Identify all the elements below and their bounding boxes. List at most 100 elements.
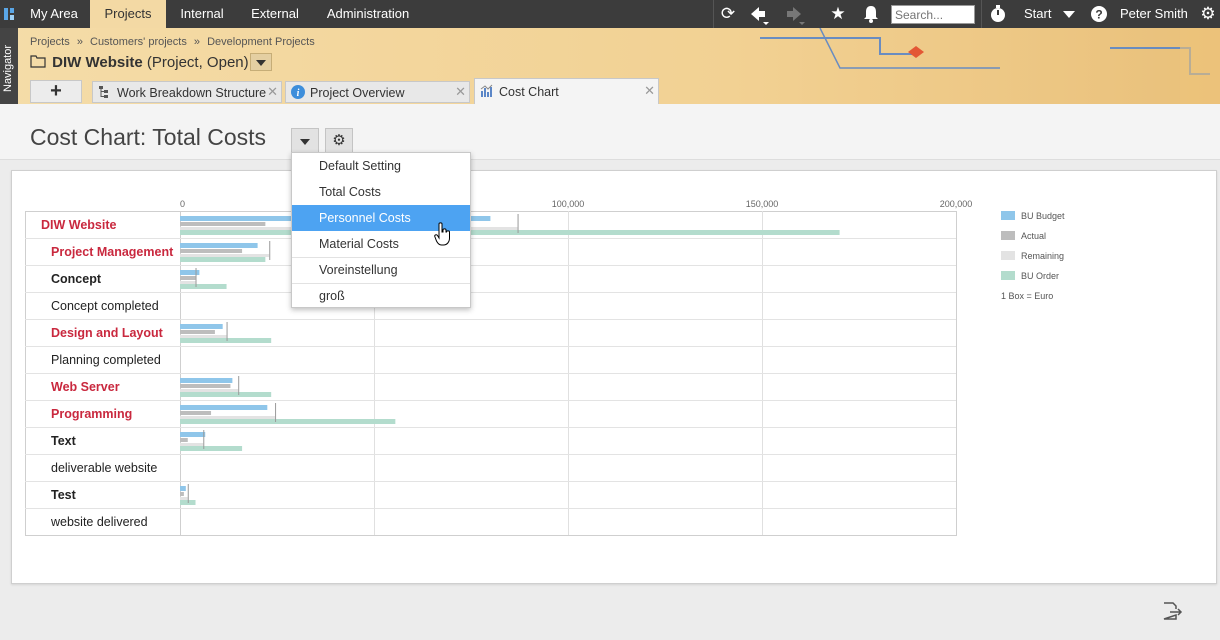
refresh-icon[interactable]: ⟳ [714,0,742,28]
row-label: DIW Website [41,218,117,232]
bar-bu-budget [180,243,258,248]
nav-my-area[interactable]: My Area [18,0,90,28]
gear-icon[interactable]: ⚙ [1194,0,1220,28]
menu-item-voreinstellung[interactable]: Voreinstellung [292,257,470,283]
bar-actual [180,438,188,442]
project-menu-dropdown[interactable] [250,53,272,71]
tab-work-breakdown-structure[interactable]: Work Breakdown Structure ✕ [92,81,282,103]
stopwatch-icon[interactable] [984,0,1012,28]
help-icon[interactable]: ? [1085,0,1113,28]
bar-bu-budget [180,432,206,437]
forward-arrow-icon[interactable] [780,0,808,28]
svg-text:?: ? [1095,8,1102,22]
tab-label: Project Overview [310,86,405,100]
row-label: Text [51,434,77,448]
folder-icon [30,55,46,68]
menu-item-default-setting[interactable]: Default Setting [292,153,470,179]
project-title-row: DIW Website (Project, Open) [30,54,249,71]
gear-icon: ⚙ [332,132,346,149]
menu-item-total-costs[interactable]: Total Costs [292,179,470,205]
bar-actual [180,222,266,226]
breadcrumb: Projects » Customers' projects » Develop… [30,36,319,48]
close-icon[interactable]: ✕ [267,82,278,102]
navigator-toggle[interactable]: Navigator [0,28,18,104]
bar-bu-budget [180,378,233,383]
nav-internal[interactable]: Internal [166,0,238,28]
back-arrow-icon[interactable] [744,0,772,28]
bar-remaining [180,497,188,500]
bar-bu-order [180,284,227,289]
bar-bu-order [180,419,396,424]
axis-tick-label: 0 [180,199,185,209]
row-label: website delivered [50,515,148,529]
bar-remaining [180,416,276,419]
tab-label: Cost Chart [499,85,559,99]
legend-unit-note: 1 Box = Euro [1001,291,1053,301]
add-tab-button[interactable]: + [30,80,82,103]
legend-label: Remaining [1021,251,1064,261]
tab-label: Work Breakdown Structure [117,86,267,100]
row-label: Concept completed [51,299,159,313]
cost-chart-panel: 0 100,000 150,000 200,000 DIW Website Project… [11,170,1217,584]
close-icon[interactable]: ✕ [455,82,466,102]
export-icon[interactable] [1161,601,1183,621]
chart-settings-button[interactable]: ⚙ [325,128,353,153]
info-icon: i [291,85,305,99]
page-title: Cost Chart: Total Costs [30,124,267,150]
bar-bu-order [180,392,272,397]
legend-swatch [1001,271,1015,280]
bar-bu-budget [180,486,186,491]
start-menu-label[interactable]: Start [1024,0,1051,28]
bar-bu-budget [180,324,223,329]
user-name[interactable]: Peter Smith [1120,0,1188,28]
legend-label: Actual [1021,231,1046,241]
breadcrumb-projects[interactable]: Projects [30,36,70,48]
bar-remaining [180,389,239,392]
axis-tick-label: 150,000 [746,199,779,209]
search-input[interactable] [891,5,975,24]
bar-actual [180,249,243,253]
tab-project-overview[interactable]: i Project Overview ✕ [285,81,470,103]
row-label: Web Server [51,380,120,394]
bar-bu-order [180,230,840,235]
bar-bu-order [180,338,272,343]
top-navigation-bar: My Area Projects Internal External Admin… [0,0,1220,28]
row-label: Design and Layout [51,326,164,340]
breadcrumb-customers-projects[interactable]: Customers' projects [90,36,187,48]
row-label: Project Management [51,245,174,259]
cost-chart: 0 100,000 150,000 200,000 DIW Website Project… [25,199,1065,536]
navigator-label: Navigator [2,44,14,92]
tab-cost-chart[interactable]: Cost Chart ✕ [474,78,659,104]
bar-actual [180,492,184,496]
row-label: deliverable website [51,461,157,475]
legend-swatch [1001,231,1015,240]
bar-actual [180,330,215,334]
hand-cursor-icon [434,222,450,246]
row-label: Planning completed [51,353,161,367]
row-label: Concept [51,272,102,286]
nav-external[interactable]: External [238,0,312,28]
bar-remaining [180,281,196,284]
bar-bu-budget [180,405,268,410]
svg-text:i: i [297,88,300,99]
legend-swatch [1001,211,1015,220]
menu-item-gross[interactable]: groß [292,283,470,309]
axis-tick-label: 200,000 [940,199,973,209]
bar-remaining [180,254,270,257]
nav-administration[interactable]: Administration [312,0,424,28]
favorites-star-icon[interactable]: ★ [824,0,852,28]
close-icon[interactable]: ✕ [644,81,655,101]
notifications-bell-icon[interactable] [857,0,885,28]
view-selector-dropdown[interactable] [291,128,319,153]
breadcrumb-development-projects[interactable]: Development Projects [207,36,315,48]
row-label: Test [51,488,77,502]
chevron-down-icon[interactable] [1055,0,1083,28]
bar-actual [180,276,196,280]
bar-bu-order [180,257,266,262]
breadcrumb-separator: » [76,36,83,48]
page-header: Cost Chart: Total Costs ⚙ [0,104,1220,160]
nav-projects[interactable]: Projects [90,0,166,28]
bar-remaining [180,335,227,338]
app-logo-icon[interactable] [0,0,18,28]
project-status: (Project, Open) [146,54,249,71]
